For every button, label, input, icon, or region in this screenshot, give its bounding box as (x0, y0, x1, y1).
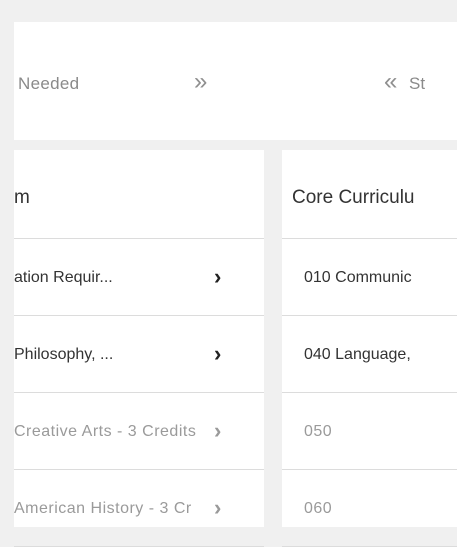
list-item[interactable]: Philosophy, ... › (14, 316, 264, 393)
list-item[interactable]: ation Requir... › (14, 239, 264, 316)
list-item-label: 040 Language, (304, 346, 411, 363)
list-item[interactable]: 060 (282, 470, 457, 547)
panel-title: Core Curriculu (292, 187, 415, 208)
list-item-label: 010 Communic (304, 269, 412, 286)
core-curriculum-panel: Core Curriculu 010 Communic 040 Language… (282, 150, 457, 547)
chevron-right-icon[interactable]: › (214, 418, 221, 444)
double-chevron-left-icon[interactable]: « (384, 68, 397, 96)
degree-planner-view: Needed » « St m ation Requir... › Philos… (0, 0, 457, 547)
list-item[interactable]: 010 Communic (282, 239, 457, 316)
requirements-nav-bar: Needed » « St (14, 22, 457, 140)
list-item[interactable]: Creative Arts - 3 Credits › (14, 393, 264, 470)
panel-gap (268, 150, 278, 527)
chevron-right-icon[interactable]: › (214, 341, 221, 367)
panel-header: m (14, 150, 264, 239)
panel-title: m (14, 187, 30, 208)
nav-status-label[interactable]: St (409, 74, 425, 94)
list-item[interactable]: American History - 3 Cr › (14, 470, 264, 547)
list-item-label: Creative Arts - 3 Credits (14, 423, 197, 440)
nav-needed-label[interactable]: Needed (18, 74, 79, 94)
chevron-right-icon[interactable]: › (214, 264, 221, 290)
list-item[interactable]: 040 Language, (282, 316, 457, 393)
list-item-label: 050 (304, 423, 333, 440)
list-item-label: ation Requir... (14, 269, 113, 286)
list-item-label: American History - 3 Cr (14, 500, 192, 517)
list-item[interactable]: 050 (282, 393, 457, 470)
list-item-label: 060 (304, 500, 333, 517)
requirements-list-panel: m ation Requir... › Philosophy, ... › Cr… (14, 150, 264, 547)
list-item-label: Philosophy, ... (14, 346, 114, 363)
panel-header: Core Curriculu (282, 150, 457, 239)
double-chevron-right-icon[interactable]: » (194, 68, 207, 96)
chevron-right-icon[interactable]: › (214, 495, 221, 521)
